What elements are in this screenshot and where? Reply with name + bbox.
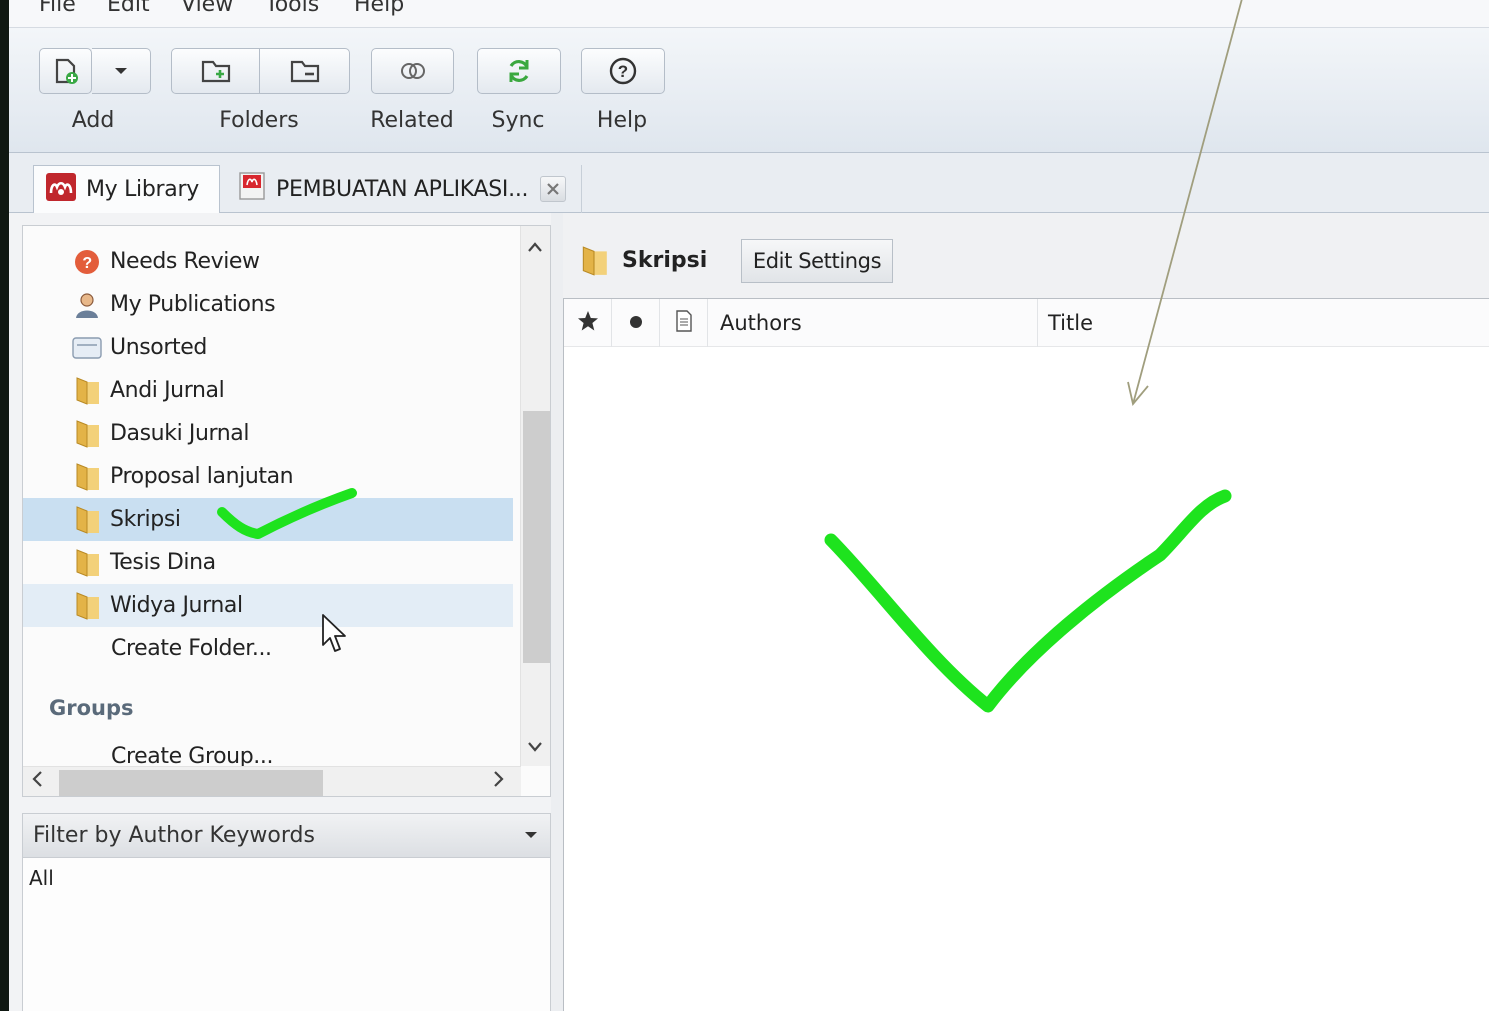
svg-text:?: ? <box>618 62 628 81</box>
tab-my-library-label: My Library <box>86 177 199 202</box>
folder-icon <box>72 505 102 535</box>
folder-header: Skripsi Edit Settings <box>563 213 1489 298</box>
collection-my-publications[interactable]: My Publications <box>23 283 513 326</box>
sync-icon <box>505 57 533 85</box>
add-dropdown-button[interactable] <box>92 48 151 94</box>
column-title[interactable]: Title <box>1038 299 1489 347</box>
chevron-down-icon[interactable] <box>524 824 538 845</box>
vertical-scroll-thumb[interactable] <box>523 411 550 663</box>
tray-icon <box>72 333 102 363</box>
collection-label: Skripsi <box>110 507 181 532</box>
scroll-up-icon[interactable] <box>527 234 543 258</box>
tab-document-label: PEMBUATAN APLIKASI... <box>276 176 529 202</box>
sync-label: Sync <box>491 108 545 133</box>
sync-button[interactable] <box>477 48 561 94</box>
create-folder-link[interactable]: Create Folder... <box>23 627 513 670</box>
collection-label: Needs Review <box>110 249 260 274</box>
collection-skripsi[interactable]: Skripsi <box>23 498 513 541</box>
collection-label: Dasuki Jurnal <box>110 421 250 446</box>
folder-title: Skripsi <box>622 248 708 273</box>
collection-andi-jurnal[interactable]: Andi Jurnal <box>23 369 513 412</box>
remove-folder-icon <box>289 58 321 84</box>
filter-option-all[interactable]: All <box>29 866 54 890</box>
table-header: Authors Title <box>564 299 1489 347</box>
remove-folder-button[interactable] <box>259 48 350 94</box>
scroll-left-icon[interactable] <box>31 769 43 795</box>
related-button[interactable] <box>371 48 454 94</box>
tab-bar: My Library PEMBUATAN APLIKASI... <box>9 153 1489 213</box>
related-icon <box>398 61 428 81</box>
collection-label: Proposal lanjutan <box>110 464 294 489</box>
collection-widya-jurnal[interactable]: Widya Jurnal <box>23 584 513 627</box>
horizontal-scroll-thumb[interactable] <box>59 770 323 796</box>
panel-splitter[interactable] <box>551 213 563 1011</box>
edit-settings-button[interactable]: Edit Settings <box>741 239 893 283</box>
collection-label: Andi Jurnal <box>110 378 225 403</box>
groups-heading: Groups <box>49 696 134 720</box>
folder-icon <box>72 548 102 578</box>
column-authors[interactable]: Authors <box>708 299 1038 347</box>
help-label: Help <box>596 108 648 133</box>
add-document-icon <box>53 57 79 85</box>
collection-needs-review[interactable]: ? Needs Review <box>23 240 513 283</box>
documents-table: Authors Title <box>563 298 1489 1011</box>
mendeley-window: File Edit View Tools Help ? Add Folders … <box>9 0 1489 1011</box>
person-icon <box>72 290 102 320</box>
needs-review-icon: ? <box>72 247 102 277</box>
collections-panel: ? Needs Review My Publications Unsorted … <box>22 225 551 797</box>
folder-icon <box>72 591 102 621</box>
scroll-right-icon[interactable] <box>493 769 505 795</box>
collection-tesis-dina[interactable]: Tesis Dina <box>23 541 513 584</box>
filter-panel: Filter by Author Keywords All <box>22 813 551 1011</box>
menu-file[interactable]: File <box>39 0 76 17</box>
pdf-icon <box>238 171 266 207</box>
column-favorite[interactable] <box>564 299 612 347</box>
toolbar: ? Add Folders Related Sync Help <box>9 28 1489 153</box>
file-icon <box>675 309 693 337</box>
column-read-status[interactable] <box>612 299 660 347</box>
vertical-scrollbar[interactable] <box>520 226 550 766</box>
svg-text:?: ? <box>82 255 91 272</box>
help-button[interactable]: ? <box>581 48 665 94</box>
menu-view[interactable]: View <box>181 0 233 17</box>
mendeley-logo-icon <box>46 172 76 207</box>
new-folder-icon <box>200 58 232 84</box>
menu-tools[interactable]: Tools <box>265 0 319 17</box>
add-document-button[interactable] <box>39 48 92 94</box>
collection-label: My Publications <box>110 292 276 317</box>
folder-icon <box>72 376 102 406</box>
tab-document[interactable]: PEMBUATAN APLIKASI... <box>222 165 582 213</box>
mouse-cursor-icon <box>321 613 349 659</box>
add-label: Add <box>71 108 115 133</box>
collection-proposal-lanjutan[interactable]: Proposal lanjutan <box>23 455 513 498</box>
help-icon: ? <box>608 56 638 86</box>
close-icon[interactable] <box>540 176 567 202</box>
folder-icon <box>72 419 102 449</box>
column-file[interactable] <box>660 299 708 347</box>
tab-my-library[interactable]: My Library <box>33 165 220 213</box>
menu-help[interactable]: Help <box>354 0 404 17</box>
collection-label: Tesis Dina <box>110 550 216 575</box>
filter-dropdown[interactable]: Filter by Author Keywords <box>23 814 550 858</box>
related-label: Related <box>370 108 454 133</box>
star-icon <box>577 310 599 337</box>
folders-label: Folders <box>219 108 299 133</box>
menu-edit[interactable]: Edit <box>107 0 150 17</box>
documents-area: Skripsi Edit Settings Authors Title <box>563 213 1489 1011</box>
horizontal-scrollbar[interactable] <box>23 766 521 796</box>
menu-bar: File Edit View Tools Help <box>9 0 1489 28</box>
dot-icon <box>628 311 644 335</box>
collection-dasuki-jurnal[interactable]: Dasuki Jurnal <box>23 412 513 455</box>
collection-unsorted[interactable]: Unsorted <box>23 326 513 369</box>
scroll-down-icon[interactable] <box>527 734 543 758</box>
new-folder-button[interactable] <box>171 48 260 94</box>
folder-icon <box>72 462 102 492</box>
collection-label: Unsorted <box>110 335 207 360</box>
filter-label: Filter by Author Keywords <box>33 823 315 848</box>
collection-label: Widya Jurnal <box>110 593 243 618</box>
chevron-down-icon <box>114 66 128 76</box>
folder-icon <box>579 245 609 281</box>
